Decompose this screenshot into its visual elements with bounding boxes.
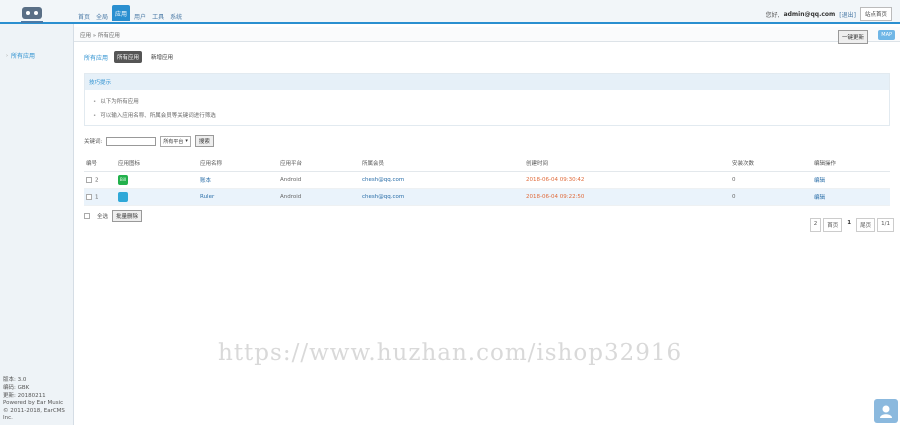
app-time: 2018-06-04 09:30:42 bbox=[524, 171, 730, 189]
app-time: 2018-06-04 09:22:50 bbox=[524, 188, 730, 206]
main-nav: 首页 全局 应用 用户 工具 系统 bbox=[76, 5, 184, 25]
sidebar-item-all-apps[interactable]: › 所有应用 bbox=[0, 48, 73, 63]
col-header-time: 创建时间 bbox=[524, 155, 730, 172]
platform-select-value: 所有平台 bbox=[163, 138, 184, 145]
nav-item-global[interactable]: 全局 bbox=[94, 8, 110, 25]
page-indicator: 1/1 bbox=[877, 218, 894, 232]
table-row: 1 Ruler Android chesh@qq.com 2018-06-04 … bbox=[84, 188, 890, 206]
batch-delete-button[interactable]: 批量删除 bbox=[112, 210, 143, 222]
encoding-text: 编码: GBK bbox=[3, 385, 30, 392]
col-header-installs: 安装次数 bbox=[730, 155, 812, 172]
first-page-button[interactable]: 首页 bbox=[823, 218, 843, 232]
nav-item-system[interactable]: 系统 bbox=[168, 8, 184, 25]
nav-item-tools[interactable]: 工具 bbox=[150, 8, 166, 25]
chevron-down-icon: ▾ bbox=[185, 138, 188, 144]
map-button[interactable]: MAP bbox=[878, 30, 895, 40]
watermark: https://www.huzhan.com/ishop32916 bbox=[218, 340, 683, 366]
app-platform: Android bbox=[278, 171, 360, 189]
col-header-actions: 编辑操作 bbox=[812, 155, 890, 172]
app-name[interactable]: 账本 bbox=[198, 171, 278, 189]
tips-panel: 技巧提示 以下为所有应用 可以输入应用名称、所属会员等关键词进行筛选 bbox=[84, 73, 890, 126]
table-row: 2 Bill 账本 Android chesh@qq.com 2018-06-0… bbox=[84, 171, 890, 189]
sidebar-item-label: 所有应用 bbox=[11, 53, 36, 60]
update-text: 更新: 20180211 bbox=[3, 392, 46, 399]
col-header-platform: 应用平台 bbox=[278, 155, 360, 172]
tip-item: 以下为所有应用 bbox=[89, 94, 885, 108]
app-platform: Android bbox=[278, 188, 360, 206]
user-info: 您好, admin@qq.com [退出] 站点首页 bbox=[766, 7, 892, 21]
user-icon bbox=[880, 405, 892, 418]
row-checkbox[interactable] bbox=[86, 176, 92, 183]
col-header-member: 所属会员 bbox=[360, 155, 524, 172]
row-checkbox[interactable] bbox=[86, 193, 92, 200]
main-content: 所有应用 所有应用 新增应用 技巧提示 以下为所有应用 可以输入应用名称、所属会… bbox=[84, 42, 890, 222]
tips-title: 技巧提示 bbox=[85, 74, 889, 90]
apps-table: 编号 应用图标 应用名称 应用平台 所属会员 创建时间 安装次数 编辑操作 2 … bbox=[84, 155, 890, 206]
row-id: 1 bbox=[95, 194, 99, 201]
sidebar-footer: 版本: 3.0 编码: GBK 更新: 20180211 Powered by … bbox=[3, 377, 73, 423]
app-member[interactable]: chesh@qq.com bbox=[360, 188, 524, 206]
row-id: 2 bbox=[95, 177, 99, 184]
app-member[interactable]: chesh@qq.com bbox=[360, 171, 524, 189]
breadcrumb-bar: 应用 » 所有应用 一键更新 MAP bbox=[74, 27, 900, 44]
keyword-label: 关键词: bbox=[84, 139, 103, 145]
select-all-label: 全选 bbox=[97, 214, 109, 220]
version-text: 版本: 3.0 bbox=[3, 377, 27, 384]
greeting-text: 您好, bbox=[765, 11, 780, 19]
app-icon: Bill bbox=[118, 175, 128, 185]
current-page: 1 bbox=[844, 218, 855, 232]
app-installs: 0 bbox=[730, 188, 812, 206]
col-header-icon: 应用图标 bbox=[116, 155, 198, 172]
last-page-button[interactable]: 尾页 bbox=[856, 218, 876, 232]
platform-select[interactable]: 所有平台 ▾ bbox=[160, 135, 191, 147]
username: admin@qq.com bbox=[783, 10, 836, 18]
page-count: 2 bbox=[809, 218, 822, 232]
select-all-checkbox[interactable] bbox=[84, 213, 90, 219]
tab-new-app[interactable]: 新增应用 bbox=[148, 51, 176, 63]
search-button[interactable]: 搜索 bbox=[194, 135, 214, 147]
bulk-actions: 全选 批量删除 bbox=[84, 210, 890, 222]
section-title: 所有应用 bbox=[84, 54, 109, 62]
keyword-input[interactable] bbox=[106, 136, 157, 146]
site-home-button[interactable]: 站点首页 bbox=[859, 7, 892, 21]
edit-link[interactable]: 编辑 bbox=[812, 188, 890, 206]
col-header-name: 应用名称 bbox=[198, 155, 278, 172]
chevron-right-icon: › bbox=[6, 52, 8, 59]
nav-item-users[interactable]: 用户 bbox=[132, 8, 148, 25]
col-header-id: 编号 bbox=[84, 155, 116, 172]
copyright-text: © 2011-2018, EarCMS Inc. bbox=[3, 407, 65, 422]
powered-text: Powered by Ear Music bbox=[3, 400, 64, 407]
nav-item-home[interactable]: 首页 bbox=[76, 8, 92, 25]
nav-item-apps[interactable]: 应用 bbox=[112, 5, 131, 21]
app-name[interactable]: Ruler bbox=[198, 188, 278, 206]
edit-link[interactable]: 编辑 bbox=[812, 171, 890, 189]
logout-link[interactable]: [退出] bbox=[839, 10, 856, 19]
top-bar: 首页 全局 应用 用户 工具 系统 您好, admin@qq.com [退出] … bbox=[0, 0, 900, 27]
app-installs: 0 bbox=[730, 171, 812, 189]
tab-all-apps[interactable]: 所有应用 bbox=[114, 51, 143, 63]
breadcrumb: 应用 » 所有应用 bbox=[80, 33, 120, 39]
search-bar: 关键词: 所有平台 ▾ 搜索 bbox=[84, 135, 890, 147]
tip-item: 可以输入应用名称、所属会员等关键词进行筛选 bbox=[89, 108, 885, 122]
support-button[interactable] bbox=[874, 399, 898, 423]
tab-bar: 所有应用 所有应用 新增应用 bbox=[84, 51, 890, 63]
app-icon bbox=[118, 192, 128, 202]
sidebar: › 所有应用 版本: 3.0 编码: GBK 更新: 20180211 Powe… bbox=[0, 24, 74, 425]
pagination: 2 首页 1 尾页 1/1 bbox=[809, 218, 894, 232]
